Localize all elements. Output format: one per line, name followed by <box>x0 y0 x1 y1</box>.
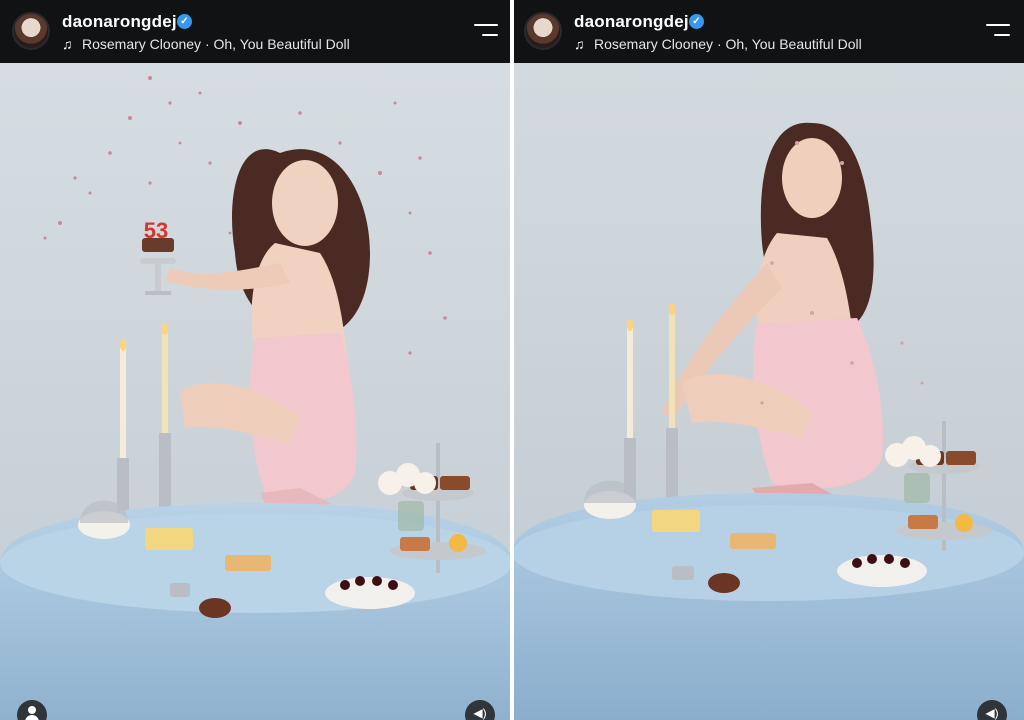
menu-icon[interactable] <box>986 22 1010 40</box>
song-title[interactable]: Rosemary Clooney · Oh, You Beautiful Dol… <box>82 36 350 52</box>
username[interactable]: daonarongdej <box>574 12 689 32</box>
story-header: daonarongdej ✓ ♫ Rosemary Clooney · Oh, … <box>0 0 512 63</box>
story-photo: 53 <box>0 63 512 720</box>
music-note-icon: ♫ <box>574 36 585 52</box>
avatar[interactable] <box>12 12 50 50</box>
verified-badge-icon: ✓ <box>689 14 704 29</box>
cake-number: 53 <box>144 218 168 243</box>
story-photo <box>512 63 1024 720</box>
verified-badge-icon: ✓ <box>177 14 192 29</box>
story-header: daonarongdej ✓ ♫ Rosemary Clooney · Oh, … <box>512 0 1024 63</box>
avatar[interactable] <box>524 12 562 50</box>
panel-divider <box>510 0 514 720</box>
username[interactable]: daonarongdej <box>62 12 177 32</box>
story-panel-right[interactable]: daonarongdej ✓ ♫ Rosemary Clooney · Oh, … <box>512 0 1024 720</box>
music-note-icon: ♫ <box>62 36 73 52</box>
menu-icon[interactable] <box>474 22 498 40</box>
song-title[interactable]: Rosemary Clooney · Oh, You Beautiful Dol… <box>594 36 862 52</box>
story-panel-left[interactable]: daonarongdej ✓ ♫ Rosemary Clooney · Oh, … <box>0 0 512 720</box>
